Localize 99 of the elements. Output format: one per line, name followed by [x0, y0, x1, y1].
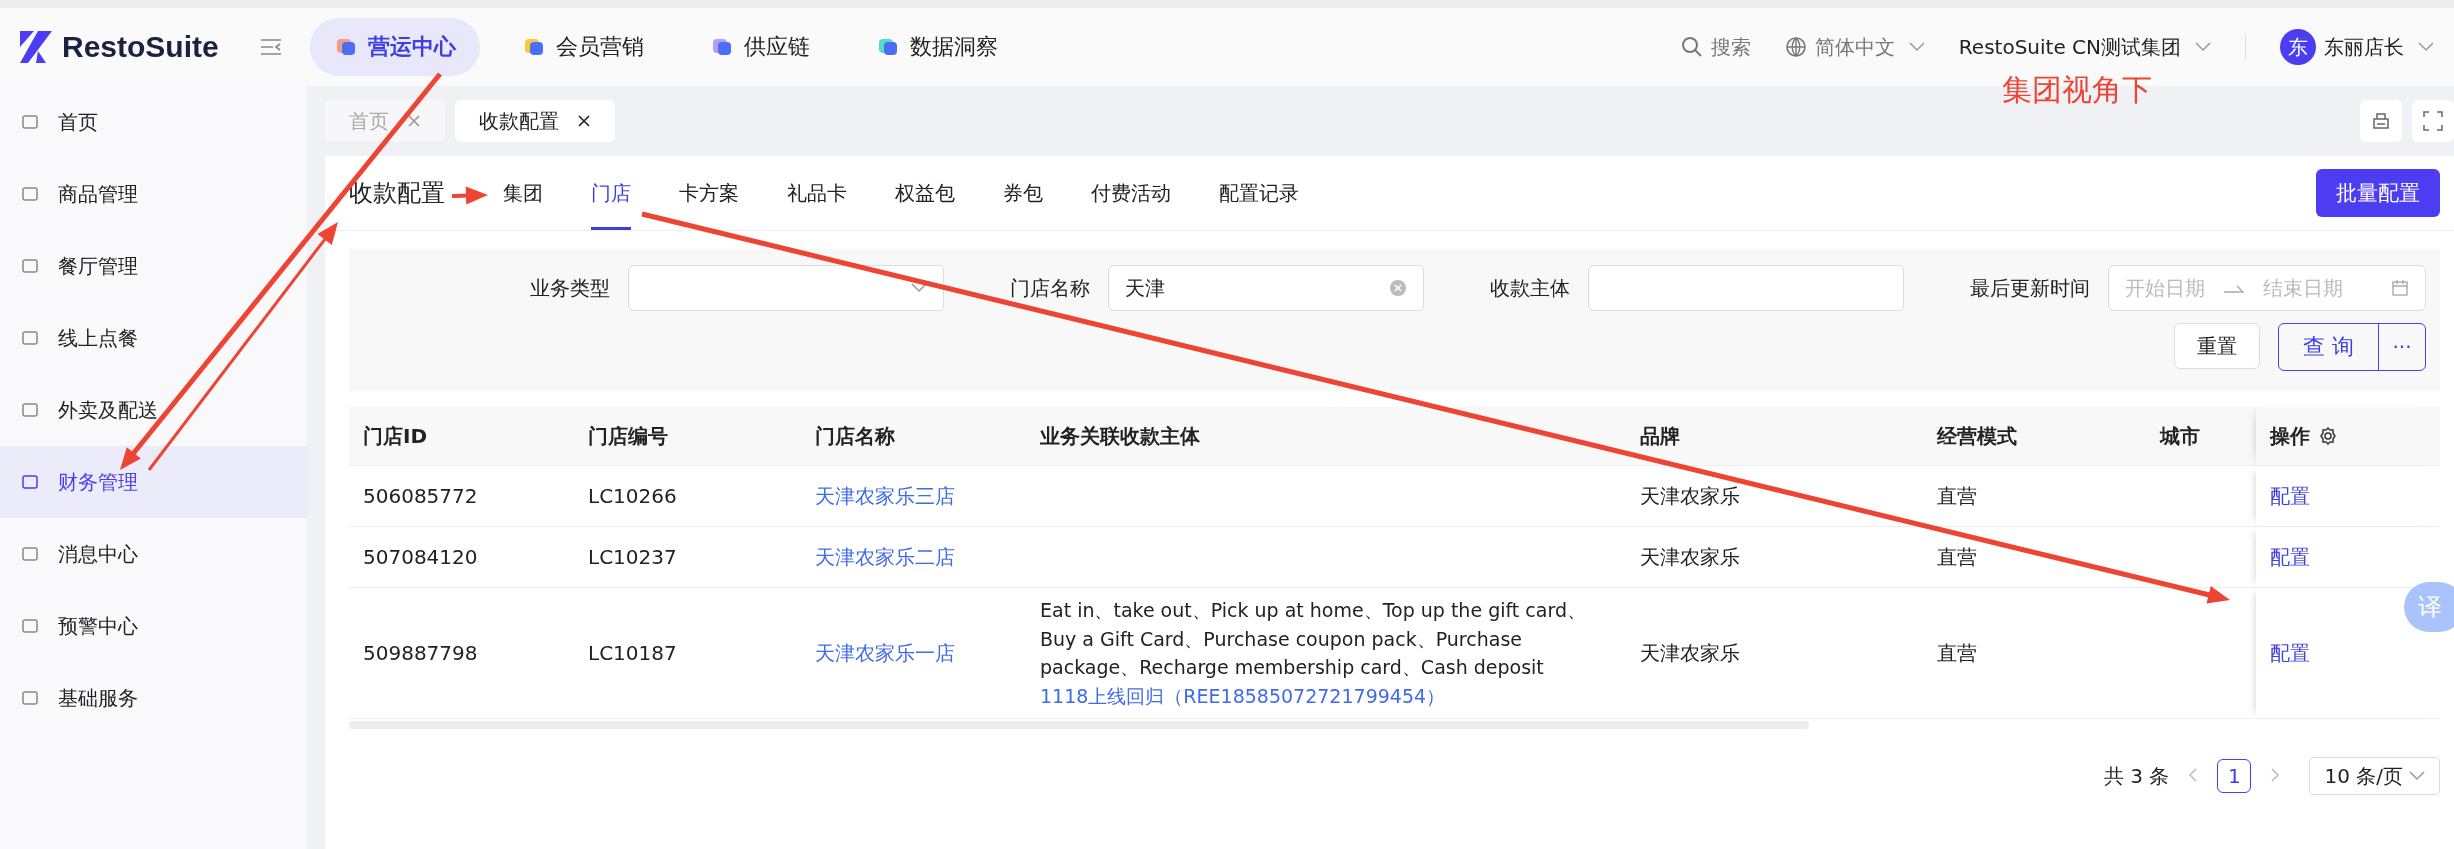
- chevron-down-icon: [2195, 42, 2211, 52]
- store-name-link[interactable]: 天津农家乐二店: [815, 543, 955, 571]
- organization-dropdown[interactable]: RestoSuite CN测试集团: [1958, 33, 2211, 61]
- clear-icon[interactable]: [1389, 279, 1407, 297]
- input-field[interactable]: [1588, 265, 1904, 311]
- chevron-down-icon: [911, 283, 927, 293]
- language-dropdown[interactable]: 简体中文: [1784, 33, 1925, 61]
- fullscreen-button[interactable]: [2412, 100, 2454, 142]
- globe-icon: [1784, 36, 1807, 58]
- table-cell-text: 507084120: [362, 544, 479, 571]
- column-header: 门店编号: [587, 422, 669, 450]
- top-nav-tab[interactable]: 会员营销: [498, 18, 668, 76]
- user-avatar: 东: [2280, 29, 2316, 65]
- column-header: 品牌: [1639, 422, 1681, 450]
- sub-tab[interactable]: 付费活动: [1091, 156, 1171, 230]
- sidebar-item[interactable]: 外卖及配送: [0, 374, 307, 446]
- logo-icon: [18, 29, 54, 65]
- table-cell-text: 509887798: [362, 640, 479, 667]
- configure-link[interactable]: 配置: [2270, 639, 2310, 667]
- table-cell-text: 直营: [1936, 482, 1978, 510]
- square-outline-icon: [20, 256, 40, 276]
- table-cell-text: 506085772: [362, 483, 479, 510]
- table-cell-text: 天津农家乐: [1639, 482, 1741, 510]
- sub-tab[interactable]: 门店: [591, 156, 631, 230]
- filter-label: 业务类型: [530, 274, 610, 302]
- reset-button[interactable]: 重置: [2174, 323, 2260, 369]
- calendar-icon: [2391, 279, 2409, 297]
- page-size-dropdown[interactable]: 10 条/页: [2309, 757, 2440, 795]
- search-button[interactable]: 搜索: [1680, 33, 1751, 61]
- table-cell-text: LC10266: [587, 483, 678, 510]
- configure-link[interactable]: 配置: [2270, 543, 2310, 571]
- table-cell-text: 天津农家乐: [1639, 639, 1741, 667]
- filter-label: 门店名称: [1010, 274, 1090, 302]
- page-number[interactable]: 1: [2217, 759, 2252, 793]
- collapse-menu-icon[interactable]: [260, 38, 282, 56]
- chevron-down-icon: [2409, 771, 2425, 781]
- annotation-arrow: [451, 186, 488, 205]
- column-header: 操作: [2256, 407, 2436, 465]
- store-name-link[interactable]: 天津农家乐三店: [815, 482, 955, 510]
- brand-name: RestoSuite: [62, 30, 219, 64]
- select-field[interactable]: [628, 265, 944, 311]
- column-header: 经营模式: [1935, 422, 2018, 450]
- sub-tab[interactable]: 券包: [1003, 156, 1043, 230]
- column-header: 业务关联收款主体: [1039, 422, 1201, 450]
- column-header: 城市: [2158, 422, 2201, 450]
- square-outline-icon: [20, 400, 40, 420]
- sidebar-item[interactable]: 线上点餐: [0, 302, 307, 374]
- sidebar-item[interactable]: 餐厅管理: [0, 230, 307, 302]
- top-nav-tab[interactable]: 数据洞察: [852, 18, 1022, 76]
- table-cell-text: LC10237: [587, 544, 678, 571]
- sub-tab[interactable]: 权益包: [895, 156, 955, 230]
- user-menu[interactable]: 东丽店长: [2324, 33, 2434, 61]
- square-outline-icon: [20, 184, 40, 204]
- search-icon: [1680, 36, 1703, 58]
- sidebar-item[interactable]: 首页: [0, 86, 307, 158]
- square-outline-icon: [20, 544, 40, 564]
- square-outline-icon: [20, 112, 40, 132]
- table-cell-text: LC10187: [587, 640, 678, 667]
- input-field[interactable]: 天津: [1108, 265, 1424, 311]
- column-header: 门店ID: [362, 422, 429, 450]
- table-cell-text: Eat in、take out、Pick up at home、Top up the gift card、Buy a Gift Card、Purchase coupon pack、Purchase package、Recharge membership card、Cash deposit: [1040, 598, 1587, 680]
- total-count: 共 3 条: [2104, 762, 2170, 790]
- settings-icon[interactable]: [2318, 426, 2338, 446]
- query-button[interactable]: 查 询: [2279, 324, 2379, 370]
- sub-tab[interactable]: 配置记录: [1219, 156, 1299, 230]
- table-cell-text: 直营: [1936, 543, 1978, 571]
- square-outline-icon: [20, 616, 40, 636]
- square-outline-icon: [20, 472, 40, 492]
- sidebar-item[interactable]: 消息中心: [0, 518, 307, 590]
- printer-icon: [2370, 110, 2392, 132]
- table-cell-text: 直营: [1936, 639, 1978, 667]
- configure-link[interactable]: 配置: [2270, 482, 2310, 510]
- sidebar-item[interactable]: 商品管理: [0, 158, 307, 230]
- annotation-text: 集团视角下: [2002, 71, 2152, 109]
- sub-tab[interactable]: 集团: [503, 156, 543, 230]
- top-nav-tab[interactable]: 供应链: [686, 18, 834, 76]
- square-outline-icon: [20, 688, 40, 708]
- payee-link[interactable]: 1118上线回归（REE18585072721799454）: [1040, 681, 1446, 710]
- print-button[interactable]: [2360, 100, 2402, 142]
- sub-tab[interactable]: 礼品卡: [787, 156, 847, 230]
- sidebar-item[interactable]: 财务管理: [0, 446, 307, 518]
- sidebar-item[interactable]: 基础服务: [0, 662, 307, 734]
- store-name-link[interactable]: 天津农家乐一店: [815, 639, 955, 667]
- more-button[interactable]: ···: [2379, 324, 2425, 370]
- table-cell-text: 天津农家乐: [1639, 543, 1741, 571]
- sidebar-item[interactable]: 预警中心: [0, 590, 307, 662]
- close-icon[interactable]: [577, 114, 591, 128]
- sub-tab[interactable]: 卡方案: [679, 156, 739, 230]
- column-header: 门店名称: [814, 422, 896, 450]
- filter-label: 最后更新时间: [1970, 274, 2090, 302]
- page-title: 收款配置: [349, 178, 445, 209]
- fullscreen-icon: [2422, 110, 2444, 132]
- square-outline-icon: [20, 328, 40, 348]
- filter-label: 收款主体: [1490, 274, 1570, 302]
- batch-config-button[interactable]: 批量配置: [2316, 169, 2440, 217]
- top-nav-tab[interactable]: 营运中心: [310, 18, 480, 76]
- page-tab[interactable]: 收款配置: [455, 100, 615, 142]
- chevron-down-icon: [1908, 42, 1925, 52]
- chevron-down-icon: [2418, 42, 2434, 52]
